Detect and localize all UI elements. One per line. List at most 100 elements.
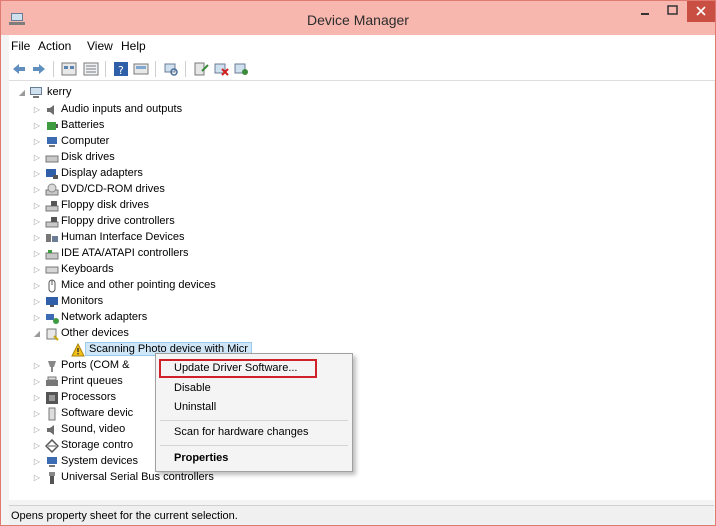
close-icon [696, 6, 706, 16]
computer-icon [30, 87, 42, 98]
expand-arrow-icon[interactable]: ▷ [32, 232, 42, 244]
minimize-button[interactable] [631, 1, 659, 22]
menu-item-scan[interactable]: Scan for hardware changes [174, 426, 309, 438]
uninstall-device-icon[interactable] [213, 61, 229, 77]
device-manager-window: Device Manager File Action View Help ? ◢… [0, 0, 716, 526]
usb-icon [49, 472, 55, 484]
toolbar-separator [105, 61, 106, 77]
list-view-icon[interactable] [83, 61, 99, 77]
device-properties-icon[interactable] [133, 61, 149, 77]
tree-item-floppy-disk[interactable]: ▷ Floppy disk drives [9, 198, 409, 214]
menu-help[interactable]: Help [121, 39, 146, 53]
tree-item-hid[interactable]: ▷ Human Interface Devices [9, 230, 409, 246]
tree-item-usb[interactable]: ▷ Universal Serial Bus controllers [9, 470, 409, 486]
help-icon[interactable]: ? [113, 61, 129, 77]
forward-arrow-icon[interactable] [31, 61, 47, 77]
tree-item-label: Display adapters [61, 167, 143, 179]
port-icon [48, 361, 56, 372]
menu-separator [160, 420, 348, 421]
tree-item-computer[interactable]: ▷ Computer [9, 134, 409, 150]
processor-icon [46, 392, 58, 404]
expand-arrow-icon[interactable]: ▷ [32, 104, 42, 116]
menu-item-disable[interactable]: Disable [174, 382, 211, 394]
expand-arrow-icon[interactable]: ▷ [32, 264, 42, 276]
tree-item-label: Network adapters [61, 311, 148, 323]
expand-arrow-icon[interactable]: ▷ [32, 408, 42, 420]
expand-arrow-icon[interactable]: ▷ [32, 392, 42, 404]
system-device-icon [47, 457, 57, 467]
tree-item-display-adapters[interactable]: ▷ Display adapters [9, 166, 409, 182]
tree-item-label: Human Interface Devices [61, 231, 185, 243]
menu-file[interactable]: File [11, 39, 30, 53]
menu-bar: File Action View Help [9, 35, 715, 57]
menu-action[interactable]: Action [38, 39, 71, 53]
minimize-icon [641, 13, 649, 15]
collapse-arrow-icon[interactable]: ◢ [17, 87, 27, 99]
expand-arrow-icon[interactable]: ▷ [32, 376, 42, 388]
tree-item-keyboards[interactable]: ▷ Keyboards [9, 262, 409, 278]
tree-item-label: Storage contro [61, 439, 134, 451]
status-text: Opens property sheet for the current sel… [11, 510, 238, 522]
tree-item-batteries[interactable]: ▷ Batteries [9, 118, 409, 134]
expand-arrow-icon[interactable]: ▷ [32, 360, 42, 372]
expand-arrow-icon[interactable]: ▷ [32, 440, 42, 452]
expand-arrow-icon[interactable]: ▷ [32, 456, 42, 468]
close-button[interactable] [687, 1, 715, 22]
tree-item-label: Audio inputs and outputs [61, 103, 183, 115]
expand-arrow-icon[interactable]: ▷ [32, 200, 42, 212]
menu-view[interactable]: View [87, 39, 113, 53]
dvd-drive-icon [45, 183, 59, 196]
speaker-icon [47, 425, 54, 435]
tree-item-label: Disk drives [61, 151, 115, 163]
update-driver-icon[interactable] [193, 61, 209, 77]
tree-item-label: Software devic [61, 407, 134, 419]
title-bar[interactable]: Device Manager [1, 1, 715, 35]
scan-hardware-icon[interactable] [163, 61, 179, 77]
expand-arrow-icon[interactable]: ▷ [32, 312, 42, 324]
tree-item-network[interactable]: ▷ Network adapters [9, 310, 409, 326]
printer-icon [46, 376, 58, 386]
tree-item-label: IDE ATA/ATAPI controllers [61, 247, 189, 259]
tree-item-label: Batteries [61, 119, 105, 131]
expand-arrow-icon[interactable]: ▷ [32, 248, 42, 260]
expand-arrow-icon[interactable]: ▷ [32, 136, 42, 148]
tree-item-disk-drives[interactable]: ▷ Disk drives [9, 150, 409, 166]
enable-device-icon[interactable] [233, 61, 249, 77]
expand-arrow-icon[interactable]: ▷ [32, 280, 42, 292]
expand-arrow-icon[interactable]: ▷ [32, 168, 42, 180]
menu-item-update-driver[interactable]: Update Driver Software... [174, 362, 298, 374]
toolbar: ? [9, 57, 715, 81]
menu-item-uninstall[interactable]: Uninstall [174, 401, 216, 413]
properties-view-icon[interactable] [61, 61, 77, 77]
tree-item-floppy-controllers[interactable]: ▷ Floppy drive controllers [9, 214, 409, 230]
tree-item-monitors[interactable]: ▷ Monitors [9, 294, 409, 310]
tree-item-dvd[interactable]: ▷ DVD/CD-ROM drives [9, 182, 409, 198]
expand-arrow-icon[interactable]: ▷ [32, 472, 42, 484]
keyboard-icon [45, 266, 59, 274]
toolbar-separator [53, 61, 54, 77]
collapse-arrow-icon[interactable]: ◢ [32, 328, 42, 340]
tree-root-label: kerry [47, 86, 72, 98]
mouse-icon [48, 279, 56, 293]
expand-arrow-icon[interactable]: ▷ [32, 184, 42, 196]
tree-root-row[interactable]: ◢ kerry [9, 85, 409, 101]
tree-item-audio[interactable]: ▷ Audio inputs and outputs [9, 102, 409, 118]
toolbar-separator [155, 61, 156, 77]
tree-item-mice[interactable]: ▷ Mice and other pointing devices [9, 278, 409, 294]
back-arrow-icon[interactable] [11, 61, 27, 77]
expand-arrow-icon[interactable]: ▷ [32, 296, 42, 308]
svg-text:?: ? [118, 64, 124, 77]
expand-arrow-icon[interactable]: ▷ [32, 152, 42, 164]
maximize-button[interactable] [659, 1, 687, 22]
tree-item-label: Floppy drive controllers [61, 215, 175, 227]
menu-item-properties[interactable]: Properties [174, 452, 228, 464]
battery-icon [47, 122, 58, 130]
network-adapter-icon [46, 314, 59, 324]
expand-arrow-icon[interactable]: ▷ [32, 216, 42, 228]
expand-arrow-icon[interactable]: ▷ [32, 120, 42, 132]
tree-item-ide[interactable]: ▷ IDE ATA/ATAPI controllers [9, 246, 409, 262]
tree-item-other-devices[interactable]: ◢ Other devices [9, 326, 409, 342]
storage-controller-icon [45, 439, 59, 453]
expand-arrow-icon[interactable]: ▷ [32, 424, 42, 436]
context-menu: Update Driver Software... Disable Uninst… [155, 353, 353, 472]
